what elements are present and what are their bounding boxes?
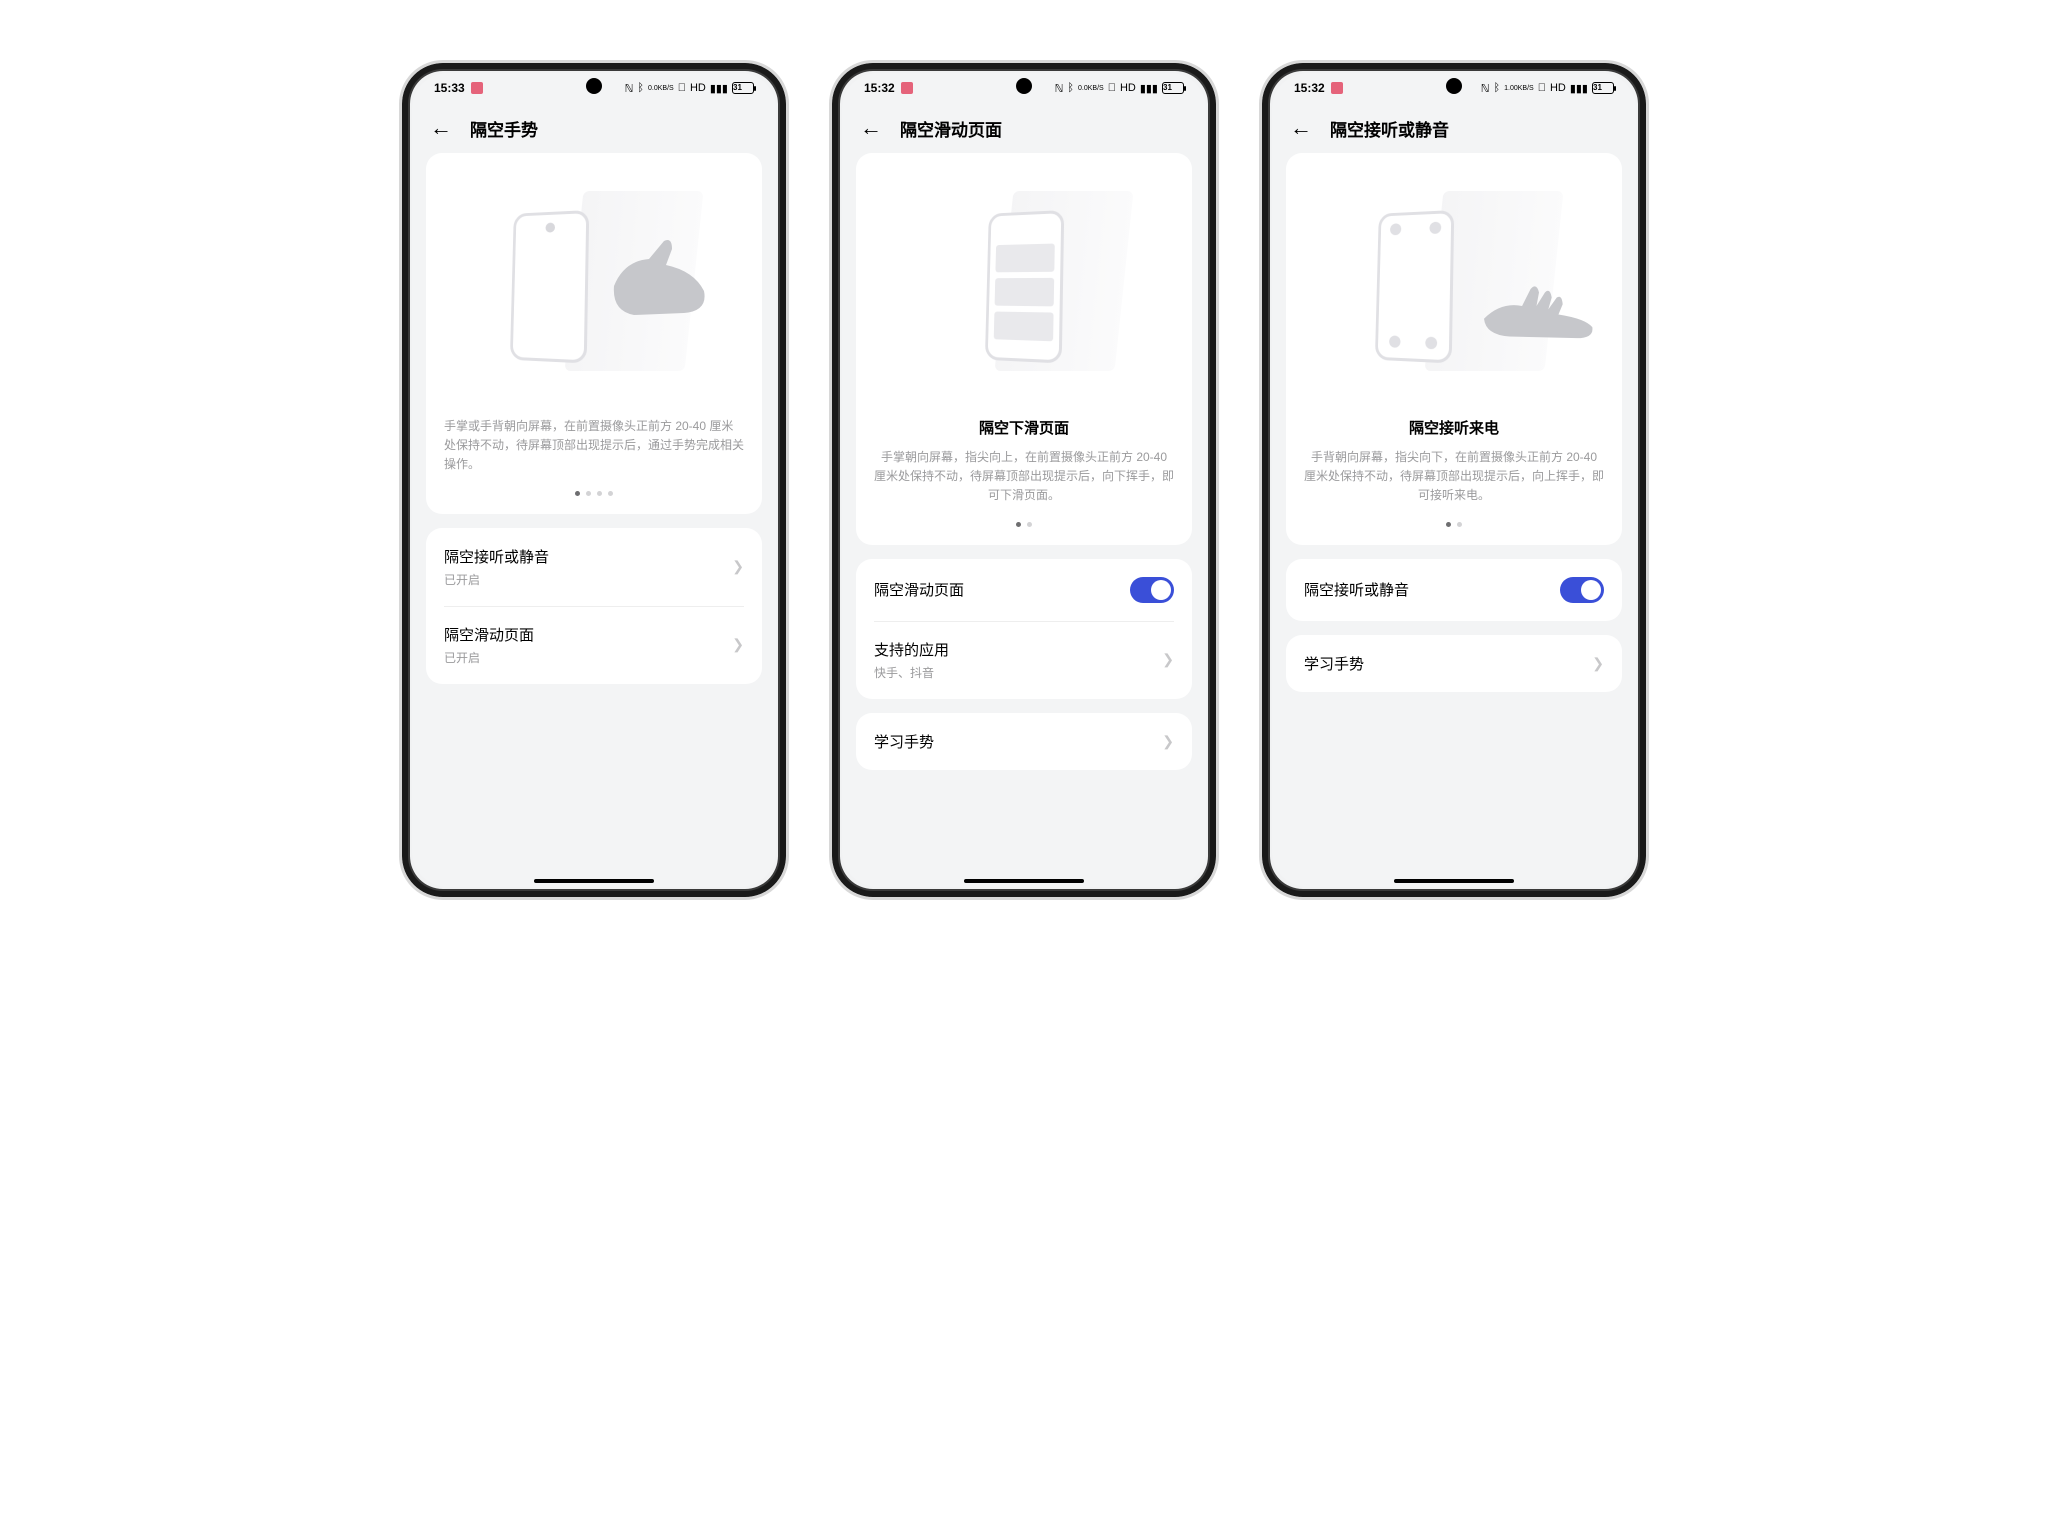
row-learn-gestures[interactable]: 学习手势 ❯ <box>1286 635 1622 692</box>
settings-list: 隔空接听或静音 已开启 ❯ 隔空滑动页面 已开启 ❯ <box>426 528 762 684</box>
instruction-text: 手掌或手背朝向屏幕，在前置摄像头正前方 20-40 厘米处保持不动，待屏幕顶部出… <box>444 417 744 475</box>
status-icons: ℕ ᛒ 0.0KB/S 􀙇 HD ▮▮▮ 31 <box>625 82 754 95</box>
chevron-right-icon: ❯ <box>1592 655 1604 672</box>
row-answer-mute[interactable]: 隔空接听或静音 已开启 ❯ <box>426 528 762 606</box>
instruction-card: 隔空接听来电 手背朝向屏幕，指尖向下，在前置摄像头正前方 20-40 厘米处保持… <box>1286 153 1622 545</box>
row-learn-gestures[interactable]: 学习手势 ❯ <box>856 713 1192 770</box>
page-indicator <box>444 475 744 496</box>
title-bar: ← 隔空接听或静音 <box>1272 103 1636 153</box>
settings-list-2: 学习手势 ❯ <box>856 713 1192 770</box>
status-app-icon <box>901 82 913 94</box>
row-title: 学习手势 <box>874 731 934 752</box>
back-icon[interactable]: ← <box>860 115 882 141</box>
status-app-icon <box>471 82 483 94</box>
chevron-right-icon: ❯ <box>1162 651 1174 668</box>
bluetooth-icon: ᛒ <box>637 82 644 94</box>
home-indicator[interactable] <box>964 879 1084 883</box>
camera-cutout <box>586 78 602 94</box>
settings-list: 隔空接听或静音 <box>1286 559 1622 621</box>
toggle-switch[interactable] <box>1130 577 1174 603</box>
page-title: 隔空接听或静音 <box>1330 116 1449 141</box>
row-title: 学习手势 <box>1304 653 1364 674</box>
status-time: 15:33 <box>434 81 465 95</box>
battery-icon: 31 <box>732 82 754 94</box>
instruction-title: 隔空下滑页面 <box>874 417 1174 438</box>
settings-list-2: 学习手势 ❯ <box>1286 635 1622 692</box>
row-title: 支持的应用 <box>874 639 949 660</box>
status-bar: 15:32 ℕᛒ 0.0KB/S 􀙇HD▮▮▮ 31 <box>842 73 1206 103</box>
wifi-icon: 􀙇 <box>678 82 686 94</box>
instruction-card: 手掌或手背朝向屏幕，在前置摄像头正前方 20-40 厘米处保持不动，待屏幕顶部出… <box>426 153 762 514</box>
row-title: 隔空接听或静音 <box>444 546 549 567</box>
home-indicator[interactable] <box>1394 879 1514 883</box>
gesture-illustration <box>444 171 744 401</box>
status-time: 15:32 <box>1294 81 1325 95</box>
status-icons: ℕᛒ 1.00KB/S 􀙇HD▮▮▮ 31 <box>1481 82 1614 95</box>
row-title: 隔空接听或静音 <box>1304 579 1409 600</box>
status-icons: ℕᛒ 0.0KB/S 􀙇HD▮▮▮ 31 <box>1055 82 1184 95</box>
row-scroll-toggle[interactable]: 隔空滑动页面 <box>856 559 1192 621</box>
toggle-switch[interactable] <box>1560 577 1604 603</box>
page-indicator <box>874 506 1174 527</box>
nfc-icon: ℕ <box>625 82 634 95</box>
settings-list: 隔空滑动页面 支持的应用 快手、抖音 ❯ <box>856 559 1192 699</box>
title-bar: ← 隔空滑动页面 <box>842 103 1206 153</box>
status-bar: 15:33 ℕ ᛒ 0.0KB/S 􀙇 HD ▮▮▮ 31 <box>412 73 776 103</box>
page-title: 隔空滑动页面 <box>900 116 1002 141</box>
row-subtitle: 快手、抖音 <box>874 664 949 681</box>
back-icon[interactable]: ← <box>430 115 452 141</box>
page-title: 隔空手势 <box>470 116 538 141</box>
hand-icon <box>604 231 714 321</box>
row-scroll-page[interactable]: 隔空滑动页面 已开启 ❯ <box>426 606 762 684</box>
row-title: 隔空滑动页面 <box>874 579 964 600</box>
phone-mockup-1: 15:33 ℕ ᛒ 0.0KB/S 􀙇 HD ▮▮▮ 31 ← 隔空手势 <box>399 60 789 900</box>
gesture-illustration <box>874 171 1174 401</box>
phone-mockup-3: 15:32 ℕᛒ 1.00KB/S 􀙇HD▮▮▮ 31 ← 隔空接听或静音 <box>1259 60 1649 900</box>
back-icon[interactable]: ← <box>1290 115 1312 141</box>
row-subtitle: 已开启 <box>444 649 534 666</box>
status-time: 15:32 <box>864 81 895 95</box>
instruction-title: 隔空接听来电 <box>1304 417 1604 438</box>
instruction-text: 手掌朝向屏幕，指尖向上，在前置摄像头正前方 20-40 厘米处保持不动，待屏幕顶… <box>874 448 1174 506</box>
row-supported-apps[interactable]: 支持的应用 快手、抖音 ❯ <box>856 621 1192 699</box>
phone-mockup-2: 15:32 ℕᛒ 0.0KB/S 􀙇HD▮▮▮ 31 ← 隔空滑动页面 隔空下滑… <box>829 60 1219 900</box>
home-indicator[interactable] <box>534 879 654 883</box>
title-bar: ← 隔空手势 <box>412 103 776 153</box>
instruction-text: 手背朝向屏幕，指尖向下，在前置摄像头正前方 20-40 厘米处保持不动，待屏幕顶… <box>1304 448 1604 506</box>
instruction-card: 隔空下滑页面 手掌朝向屏幕，指尖向上，在前置摄像头正前方 20-40 厘米处保持… <box>856 153 1192 545</box>
row-title: 隔空滑动页面 <box>444 624 534 645</box>
gesture-illustration <box>1304 171 1604 401</box>
hand-icon <box>1484 261 1594 351</box>
camera-cutout <box>1016 78 1032 94</box>
signal-icon: ▮▮▮ <box>710 82 728 95</box>
chevron-right-icon: ❯ <box>732 636 744 653</box>
row-subtitle: 已开启 <box>444 571 549 588</box>
camera-cutout <box>1446 78 1462 94</box>
chevron-right-icon: ❯ <box>732 558 744 575</box>
row-answer-toggle[interactable]: 隔空接听或静音 <box>1286 559 1622 621</box>
chevron-right-icon: ❯ <box>1162 733 1174 750</box>
status-app-icon <box>1331 82 1343 94</box>
page-indicator <box>1304 506 1604 527</box>
hd-icon: HD <box>690 82 706 94</box>
status-bar: 15:32 ℕᛒ 1.00KB/S 􀙇HD▮▮▮ 31 <box>1272 73 1636 103</box>
